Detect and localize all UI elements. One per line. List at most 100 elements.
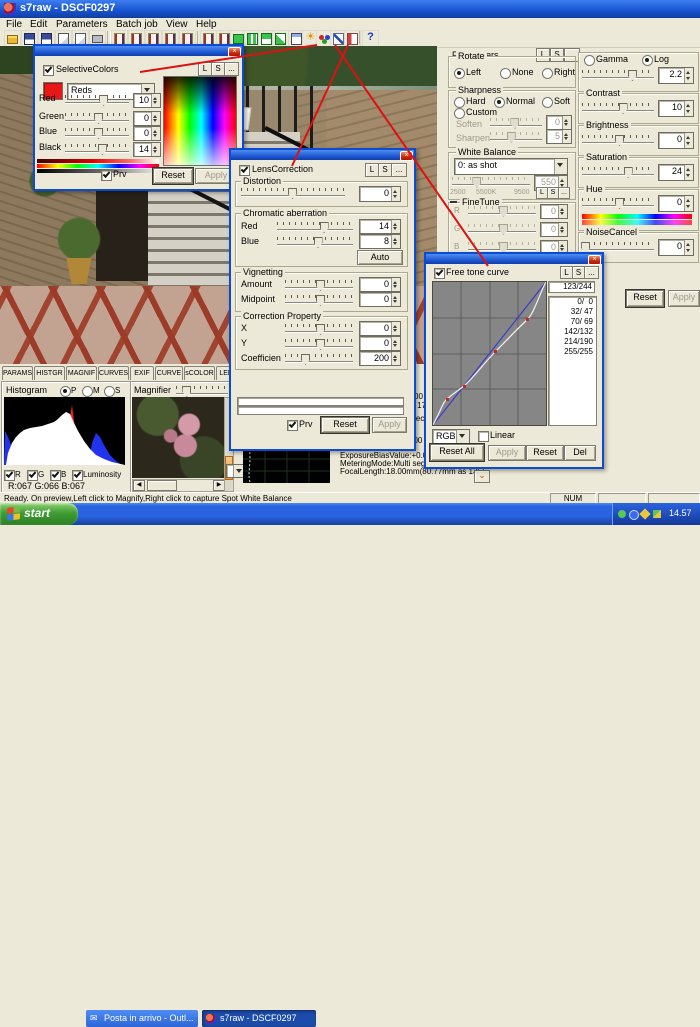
rotate-left-radio[interactable] <box>454 68 465 79</box>
rotate-none-radio[interactable] <box>500 68 511 79</box>
tab-magnif[interactable]: MAGNIF <box>66 366 97 380</box>
vignetting-amount-slider[interactable] <box>285 280 353 291</box>
channel-b-checkbox[interactable] <box>50 470 61 481</box>
magnifier-zoom-slider[interactable] <box>176 386 228 397</box>
correction-y-slider[interactable] <box>285 339 353 350</box>
tray-icon-3[interactable] <box>639 508 651 520</box>
chromatic-red-slider[interactable] <box>277 222 353 233</box>
magnifier-image[interactable] <box>132 397 224 478</box>
chevron-down-icon[interactable] <box>554 159 567 174</box>
finetune-g-slider[interactable] <box>468 224 536 235</box>
channel-g-checkbox[interactable] <box>27 470 38 481</box>
curve-points-list[interactable]: 0/ 0 32/ 47 70/ 69 142/132 214/190 255/2… <box>548 296 597 426</box>
sc-blue-slider[interactable] <box>65 128 129 139</box>
selective-colors-checkbox[interactable] <box>43 65 54 76</box>
chromatic-blue-slider[interactable] <box>277 237 353 248</box>
sc-prv-checkbox[interactable] <box>101 170 112 181</box>
curve-point[interactable]: 255/255 <box>549 347 596 357</box>
tc-del-button[interactable]: Del <box>564 445 596 461</box>
menu-parameters[interactable]: Parameters <box>56 19 108 30</box>
linear-checkbox[interactable] <box>478 431 489 442</box>
sc-green-value[interactable]: 0 <box>133 111 161 126</box>
tray-icon-2[interactable] <box>629 510 639 520</box>
sharpen-value[interactable]: 5 <box>546 129 572 144</box>
finetune-collapse-handle[interactable] <box>450 201 457 203</box>
correction-coefficient-slider[interactable] <box>285 354 353 365</box>
contrast-value[interactable]: 10 <box>658 100 694 117</box>
tone-curve-checkbox[interactable] <box>434 268 445 279</box>
tab-params[interactable]: PARAMS <box>2 366 33 380</box>
tone-curve-canvas[interactable] <box>432 281 547 426</box>
distortion-value[interactable]: 0 <box>359 186 401 202</box>
parameters-reset-button[interactable]: Reset <box>625 289 665 308</box>
finetune-r-slider[interactable] <box>468 206 536 217</box>
menu-batch-job[interactable]: Batch job <box>116 19 158 30</box>
sc-load-button[interactable]: L <box>198 62 212 76</box>
curve-point[interactable]: 142/132 <box>549 327 596 337</box>
sc-red-slider[interactable] <box>65 95 129 106</box>
white-balance-preset-dropdown[interactable]: 0: as shot <box>454 158 568 175</box>
gamma-slider[interactable] <box>582 70 654 81</box>
distortion-slider[interactable] <box>241 188 345 199</box>
sc-black-value[interactable]: 14 <box>133 142 161 157</box>
multi-view-icon[interactable] <box>272 30 289 47</box>
help-icon[interactable]: ? <box>362 30 379 47</box>
sc-green-slider[interactable] <box>65 113 129 124</box>
tc-more-button[interactable]: ... <box>584 266 599 279</box>
open-folder-icon[interactable] <box>4 30 21 47</box>
start-button[interactable]: start <box>0 503 78 525</box>
hue-slider[interactable] <box>582 198 654 209</box>
tab-scolor[interactable]: sCOLOR <box>184 366 215 380</box>
sharpness-custom-radio[interactable] <box>454 108 465 119</box>
rotate-right-radio[interactable] <box>542 68 553 79</box>
histogram-mode-m-radio[interactable] <box>82 386 93 397</box>
sharpness-hard-radio[interactable] <box>454 97 465 108</box>
magnifier-hscrollbar[interactable]: ◀ ▶ <box>132 479 226 492</box>
lc-save-button[interactable]: S <box>378 163 392 177</box>
sc-reset-button[interactable]: Reset <box>152 167 194 185</box>
tone-curve-titlebar[interactable] <box>426 254 602 265</box>
color-palette[interactable] <box>163 76 237 166</box>
luminosity-checkbox[interactable] <box>72 470 83 481</box>
correction-coefficient-value[interactable]: 200 <box>359 351 401 366</box>
lc-more-button[interactable]: ... <box>391 163 407 177</box>
tray-icon-1[interactable] <box>618 510 626 518</box>
menu-help[interactable]: Help <box>196 19 217 30</box>
taskbar-task-s7raw[interactable]: s7raw - DSCF0297 <box>202 1010 316 1027</box>
tc-reset-all-button[interactable]: Reset All <box>429 443 485 462</box>
soften-slider[interactable] <box>490 118 542 129</box>
channel-r-checkbox[interactable] <box>4 470 15 481</box>
lc-load-button[interactable]: L <box>365 163 379 177</box>
noise-cancel-value[interactable]: 0 <box>658 239 694 256</box>
selective-color-titlebar[interactable] <box>35 46 242 57</box>
window-titlebar[interactable]: s7raw - DSCF0297 <box>0 0 700 18</box>
gamma-radio[interactable] <box>584 55 595 66</box>
finetune-g-value[interactable]: 0 <box>540 222 568 237</box>
vignetting-amount-value[interactable]: 0 <box>359 277 401 292</box>
curve-point[interactable]: 214/190 <box>549 337 596 347</box>
tab-exif[interactable]: EXIF <box>130 366 154 380</box>
exif-scroll-down-icon[interactable]: ⌄ <box>474 470 490 483</box>
vignetting-midpoint-slider[interactable] <box>285 295 353 306</box>
histogram-mode-s-radio[interactable] <box>104 386 115 397</box>
sharpness-soft-radio[interactable] <box>542 97 553 108</box>
sc-blue-value[interactable]: 0 <box>133 126 161 141</box>
chevron-down-icon[interactable] <box>456 430 469 444</box>
curve-point[interactable]: 0/ 0 <box>549 297 596 307</box>
sc-more-button[interactable]: ... <box>224 62 239 76</box>
menu-view[interactable]: View <box>166 19 188 30</box>
scroll-left-icon[interactable]: ◀ <box>133 480 145 491</box>
parameters-apply-button[interactable]: Apply <box>668 290 700 307</box>
log-radio[interactable] <box>642 55 653 66</box>
tc-reset-button[interactable]: Reset <box>526 445 564 461</box>
hscroll-thumb[interactable] <box>147 480 177 491</box>
vignetting-midpoint-value[interactable]: 0 <box>359 292 401 307</box>
correction-x-value[interactable]: 0 <box>359 321 401 336</box>
brightness-slider[interactable] <box>582 135 654 146</box>
curve-point[interactable]: 32/ 47 <box>549 307 596 317</box>
tc-apply-button[interactable]: Apply <box>488 445 526 461</box>
lens-correction-checkbox[interactable] <box>239 165 250 176</box>
wb-more-button[interactable]: ... <box>558 187 570 199</box>
sc-black-slider[interactable] <box>65 144 129 155</box>
lens-correction-titlebar[interactable] <box>231 150 414 161</box>
